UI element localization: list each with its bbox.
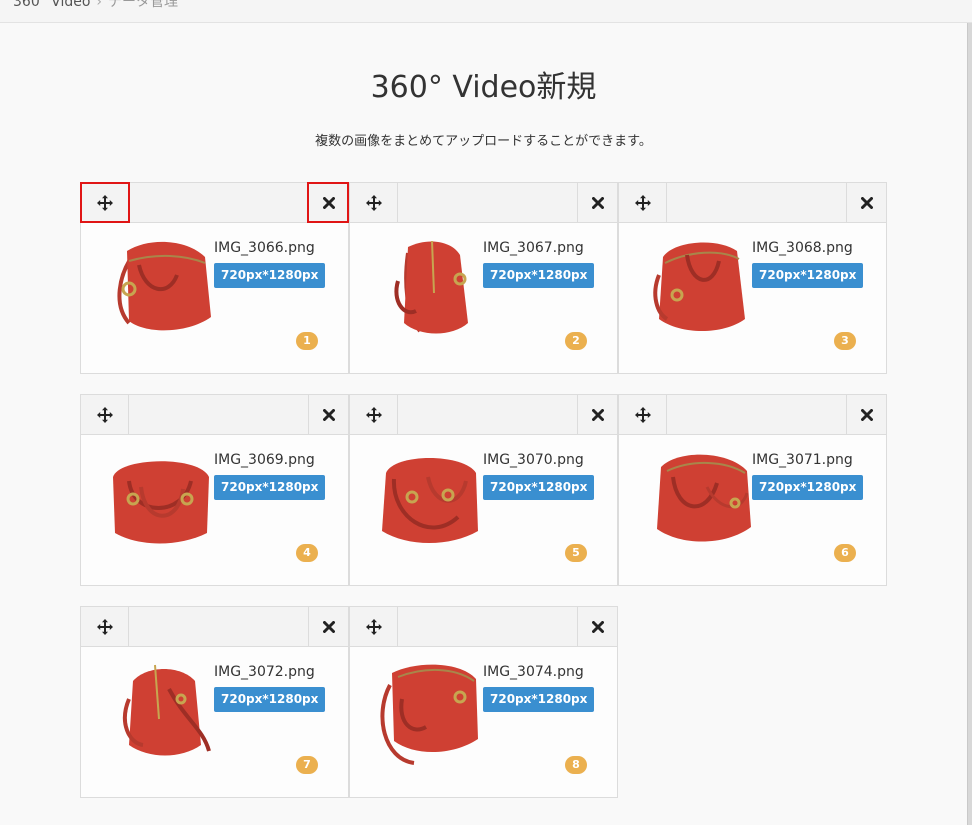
image-filename: IMG_3069.png [214, 452, 315, 468]
close-x-icon [591, 408, 604, 421]
remove-image-button[interactable] [846, 183, 886, 222]
drag-handle[interactable] [350, 183, 398, 222]
move-arrows-icon [634, 194, 651, 211]
remove-image-button[interactable] [846, 395, 886, 434]
image-filename: IMG_3074.png [483, 664, 584, 680]
image-card: IMG_3074.png 720px*1280px 8 [349, 606, 618, 798]
breadcrumb-bar: 360° Video › データ管理 [0, 0, 972, 23]
image-card: IMG_3070.png 720px*1280px 5 [349, 394, 618, 586]
image-filename: IMG_3067.png [483, 240, 584, 256]
image-dimensions-badge: 720px*1280px [483, 263, 595, 288]
card-header [350, 395, 617, 435]
image-order-badge: 4 [296, 544, 318, 562]
move-arrows-icon [365, 194, 382, 211]
image-dimensions-badge: 720px*1280px [483, 687, 595, 712]
breadcrumb-item-data-management: データ管理 [108, 0, 179, 10]
image-card: IMG_3071.png 720px*1280px 6 [618, 394, 887, 586]
close-x-icon [860, 408, 873, 421]
drag-handle[interactable] [619, 395, 667, 434]
remove-image-button[interactable] [577, 607, 617, 646]
image-order-badge: 3 [834, 332, 856, 350]
card-header [81, 395, 348, 435]
image-order-badge: 2 [565, 332, 587, 350]
card-header [81, 607, 348, 647]
drag-handle[interactable] [81, 395, 129, 434]
remove-image-button[interactable] [308, 395, 348, 434]
image-filename: IMG_3068.png [752, 240, 853, 256]
card-header [80, 182, 349, 223]
image-order-badge: 6 [834, 544, 856, 562]
close-x-icon [860, 196, 873, 209]
remove-image-button[interactable] [577, 183, 617, 222]
close-x-icon [322, 408, 335, 421]
breadcrumb: 360° Video › データ管理 [13, 0, 178, 11]
image-thumbnail [653, 242, 745, 331]
card-header [350, 183, 617, 223]
image-dimensions-badge: 720px*1280px [483, 475, 595, 500]
page-title: 360° Video新規 [370, 70, 597, 105]
drag-handle[interactable] [619, 183, 667, 222]
image-order-badge: 1 [296, 332, 318, 350]
image-filename: IMG_3072.png [214, 664, 315, 680]
image-thumbnail [382, 458, 478, 543]
move-arrows-icon [96, 194, 113, 211]
image-card: IMG_3067.png 720px*1280px 2 [349, 182, 618, 374]
scrollbar[interactable] [967, 23, 972, 825]
remove-image-button[interactable] [307, 182, 349, 223]
close-x-icon [322, 196, 335, 209]
image-thumbnail [117, 241, 211, 331]
move-arrows-icon [96, 406, 113, 423]
drag-handle[interactable] [80, 182, 130, 223]
move-arrows-icon [634, 406, 651, 423]
card-header [350, 607, 617, 647]
card-header [619, 395, 886, 435]
image-thumbnail [380, 664, 478, 765]
image-dimensions-badge: 720px*1280px [752, 475, 864, 500]
image-dimensions-badge: 720px*1280px [214, 687, 326, 712]
card-header [619, 183, 886, 223]
image-card: IMG_3069.png 720px*1280px 4 [80, 394, 349, 586]
remove-image-button[interactable] [577, 395, 617, 434]
image-dimensions-badge: 720px*1280px [214, 475, 326, 500]
image-card: IMG_3066.png 720px*1280px 1 [80, 182, 349, 374]
image-order-badge: 5 [565, 544, 587, 562]
move-arrows-icon [96, 618, 113, 635]
move-arrows-icon [365, 406, 382, 423]
image-filename: IMG_3071.png [752, 452, 853, 468]
drag-handle[interactable] [350, 607, 398, 646]
image-thumbnail [113, 461, 209, 544]
close-x-icon [591, 620, 604, 633]
breadcrumb-separator-icon: › [96, 0, 103, 10]
image-dimensions-badge: 720px*1280px [752, 263, 864, 288]
drag-handle[interactable] [81, 607, 129, 646]
drag-handle[interactable] [350, 395, 398, 434]
image-thumbnail [394, 240, 468, 334]
image-filename: IMG_3066.png [214, 240, 315, 256]
image-card: IMG_3068.png 720px*1280px 3 [618, 182, 887, 374]
move-arrows-icon [365, 618, 382, 635]
image-dimensions-badge: 720px*1280px [214, 263, 326, 288]
close-x-icon [591, 196, 604, 209]
image-order-badge: 7 [296, 756, 318, 774]
image-order-badge: 8 [565, 756, 587, 774]
remove-image-button[interactable] [308, 607, 348, 646]
breadcrumb-item-360-video[interactable]: 360° Video [13, 0, 90, 10]
page-subtitle: 複数の画像をまとめてアップロードすることができます。 [315, 134, 652, 149]
image-thumbnail [657, 454, 751, 542]
image-thumbnail [123, 664, 211, 756]
image-filename: IMG_3070.png [483, 452, 584, 468]
image-card: IMG_3072.png 720px*1280px 7 [80, 606, 349, 798]
close-x-icon [322, 620, 335, 633]
